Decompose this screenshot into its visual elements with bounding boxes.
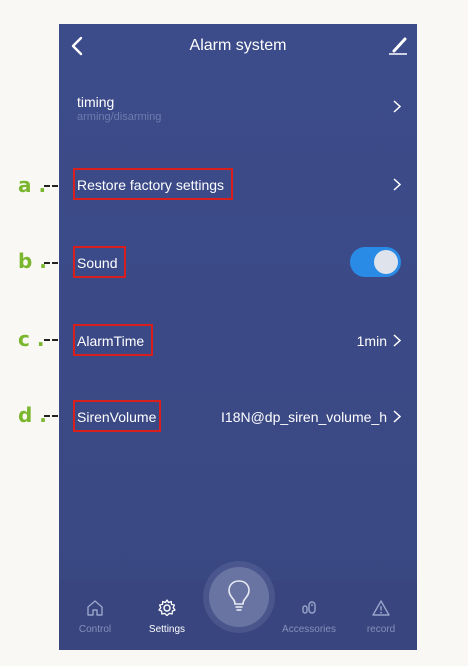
warning-icon (372, 600, 390, 616)
tab-settings[interactable]: Settings (131, 598, 203, 635)
sound-toggle[interactable] (350, 247, 401, 277)
screenshot-canvas: a . b . c . d . Alarm system timing armi… (0, 0, 468, 666)
tab-record[interactable]: record (345, 598, 417, 635)
home-icon (87, 600, 103, 616)
row-sublabel-timing: arming/disarming (77, 111, 162, 123)
accessories-icon (302, 601, 316, 614)
header-bar: Alarm system (59, 24, 417, 70)
row-label-sound: Sound (77, 255, 118, 271)
annotation-b: b . (18, 249, 47, 273)
gear-icon (158, 599, 176, 617)
page-title: Alarm system (189, 37, 287, 54)
row-value-sirenvolume: I18N@dp_siren_volume_h (221, 409, 387, 425)
settings-row-sirenvolume[interactable]: SirenVolume I18N@dp_siren_volume_h (59, 396, 417, 440)
toggle-knob (374, 250, 398, 274)
chevron-right-icon (393, 100, 401, 113)
bulb-icon (228, 580, 250, 611)
annotation-d: d . (18, 403, 47, 427)
settings-row-sound: Sound (59, 242, 417, 286)
tab-label-control: Control (78, 624, 112, 635)
settings-row-timing[interactable]: timing arming/disarming (59, 84, 417, 144)
annotation-c: c . (18, 327, 45, 351)
tab-label-accessories: Accessories (282, 624, 336, 635)
row-label-sirenvolume: SirenVolume (77, 409, 157, 425)
chevron-right-icon (393, 334, 401, 347)
tab-label-record: record (366, 624, 396, 635)
settings-row-alarmtime[interactable]: AlarmTime 1min (59, 320, 417, 364)
row-label-alarmtime: AlarmTime (77, 333, 145, 349)
chevron-right-icon (393, 178, 401, 191)
chevron-right-icon (393, 410, 401, 423)
annotation-a: a . (18, 173, 47, 197)
tab-label-settings: Settings (148, 624, 186, 635)
row-value-alarmtime: 1min (356, 333, 387, 349)
row-label-timing: timing (77, 94, 115, 110)
row-label-restore-factory: Restore factory settings (77, 177, 225, 193)
settings-row-restore-factory[interactable]: Restore factory settings (59, 164, 417, 208)
edit-icon[interactable] (387, 34, 409, 56)
tab-accessories[interactable]: Accessories (273, 598, 345, 635)
center-light-button[interactable] (209, 567, 269, 627)
tab-control[interactable]: Control (59, 598, 131, 635)
phone-screen: Alarm system timing arming/disarming Res… (59, 24, 417, 650)
